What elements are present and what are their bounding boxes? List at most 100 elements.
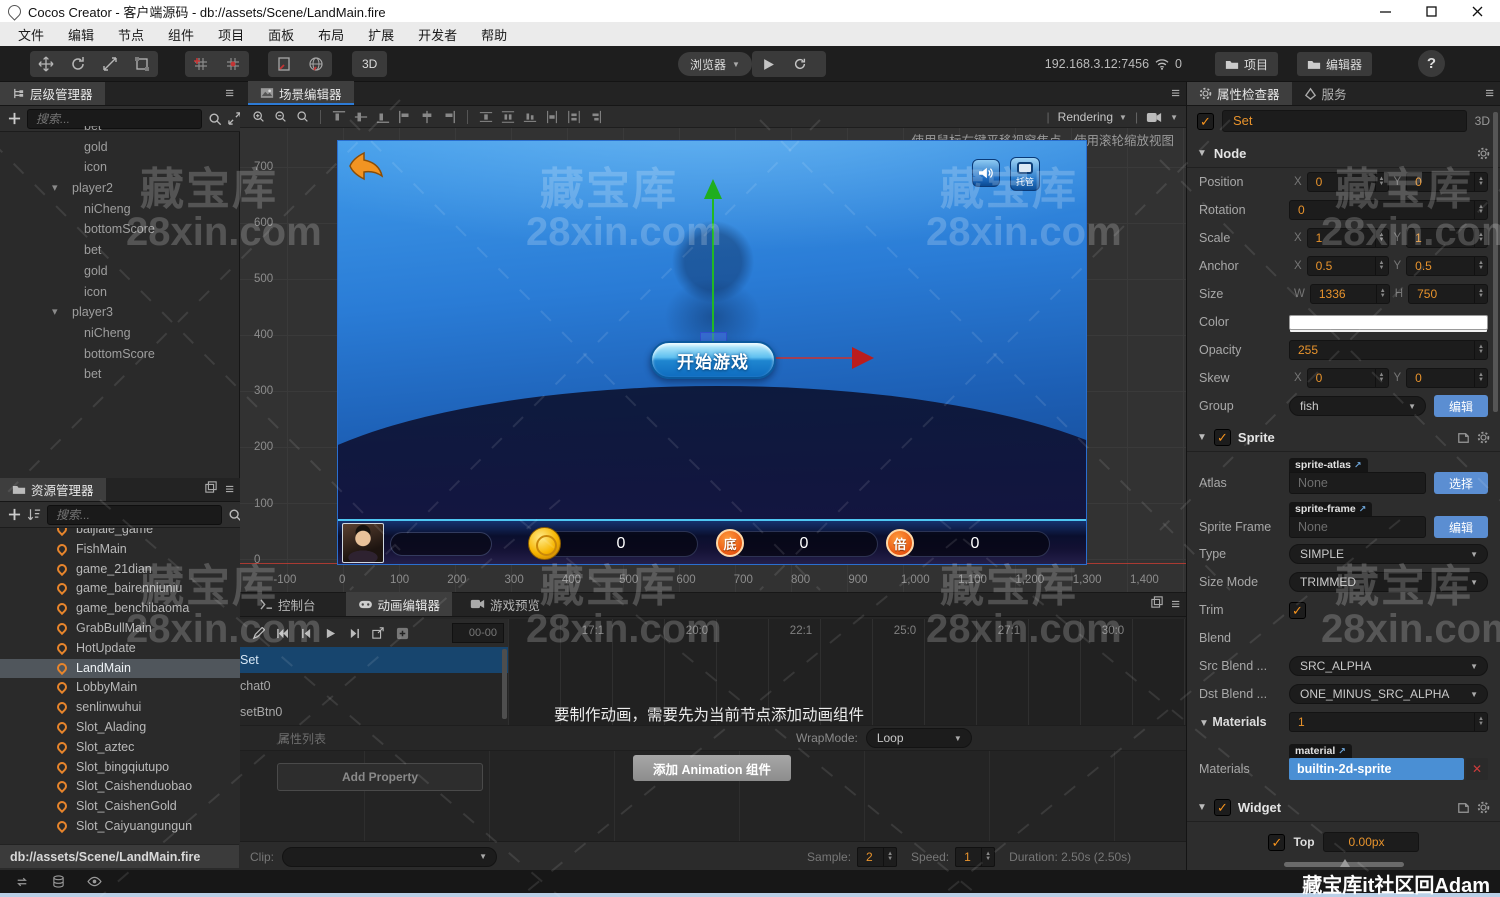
hierarchy-item[interactable]: gold (0, 137, 240, 158)
hierarchy-item[interactable]: gold (0, 261, 240, 282)
slider-thumb-icon[interactable] (1340, 859, 1350, 867)
scale-y-field[interactable]: 1▲▼ (1406, 228, 1488, 248)
play-animation-icon[interactable] (320, 623, 340, 643)
open-external-icon[interactable] (368, 623, 388, 643)
distribute-hcenter-icon[interactable] (564, 107, 584, 127)
tab-inspector[interactable]: 属性检查器 (1187, 82, 1292, 105)
sprite-type-dropdown[interactable]: SIMPLE▼ (1289, 544, 1488, 564)
minimize-button[interactable] (1362, 0, 1408, 22)
scale-x-field[interactable]: 1▲▼ (1307, 228, 1389, 248)
menu-item[interactable]: 文件 (6, 25, 56, 44)
tab-hierarchy[interactable]: 层级管理器 (0, 82, 105, 105)
group-dropdown[interactable]: fish▼ (1289, 396, 1426, 416)
asset-item[interactable]: game_benchibaoma (0, 599, 240, 619)
rotate-tool-button[interactable] (62, 51, 94, 77)
edit-animation-icon[interactable] (248, 623, 268, 643)
move-tool-button[interactable] (30, 51, 62, 77)
sound-button[interactable] (972, 159, 1000, 187)
materials-count-field[interactable]: 1▲▼ (1289, 712, 1488, 732)
zoom-in-icon[interactable] (248, 107, 268, 127)
asset-item[interactable]: baijiale_game (0, 528, 240, 540)
eye-icon[interactable] (84, 872, 104, 892)
color-swatch[interactable] (1289, 315, 1488, 330)
hierarchy-item[interactable]: niCheng (0, 199, 240, 220)
align-bottom-icon[interactable] (373, 107, 393, 127)
asset-item[interactable]: Slot_CaishenGold (0, 797, 240, 817)
external-link-icon[interactable]: ↗ (1359, 504, 1367, 515)
asset-item[interactable]: game_21dian (0, 560, 240, 580)
asset-item[interactable]: Slot_Caiyuangungun (0, 817, 240, 837)
game-canvas[interactable]: 托管 开始游戏 0 底 0 倍 0 (337, 140, 1087, 565)
hierarchy-item[interactable]: player3 (0, 302, 240, 323)
distribute-vcenter-icon[interactable] (498, 107, 518, 127)
distribute-top-icon[interactable] (476, 107, 496, 127)
search-icon[interactable] (228, 505, 240, 525)
hierarchy-item[interactable]: icon (0, 157, 240, 178)
help-button[interactable]: ? (1418, 50, 1445, 77)
align-left-icon[interactable] (395, 107, 415, 127)
hierarchy-item[interactable]: icon (0, 282, 240, 303)
asset-item[interactable]: Slot_bingqiutupo (0, 758, 240, 778)
size-h-field[interactable]: 750▲▼ (1408, 284, 1488, 304)
scene-menu-icon[interactable]: ≡ (1171, 85, 1180, 103)
distribute-bottom-icon[interactable] (520, 107, 540, 127)
add-asset-button[interactable] (8, 505, 21, 525)
tab-scene-editor[interactable]: 场景编辑器 (248, 81, 354, 105)
next-frame-icon[interactable] (344, 623, 364, 643)
menu-item[interactable]: 组件 (156, 25, 206, 44)
player-avatar[interactable] (342, 523, 384, 563)
asset-item[interactable]: FishMain (0, 540, 240, 560)
menu-item[interactable]: 帮助 (469, 25, 519, 44)
popout-icon[interactable] (205, 481, 217, 493)
distribute-right-icon[interactable] (586, 107, 606, 127)
3d-toggle-button[interactable]: 3D (352, 57, 387, 71)
add-animation-component-button[interactable]: 添加 Animation 组件 (633, 755, 791, 781)
chevron-down-icon[interactable]: ▼ (1170, 113, 1178, 122)
preview-target-dropdown[interactable]: 浏览器▼ (678, 52, 752, 76)
prev-frame-icon[interactable] (296, 623, 316, 643)
sprite-section-header[interactable]: ▼ ✓ Sprite (1187, 424, 1500, 452)
scene-viewport[interactable]: 使用鼠标右键平移视窗焦点，使用滚轮缩放视图 700600500400300200… (240, 128, 1186, 592)
material-value-field[interactable]: builtin-2d-sprite (1289, 758, 1464, 780)
atlas-select-button[interactable]: 选择 (1434, 472, 1488, 494)
open-editor-button[interactable]: 编辑器 (1297, 52, 1372, 76)
zoom-out-icon[interactable] (270, 107, 290, 127)
animation-node-item[interactable]: chat0 (240, 673, 508, 699)
start-game-button[interactable]: 开始游戏 (650, 341, 776, 379)
add-property-button[interactable]: Add Property (277, 763, 483, 791)
asset-item[interactable]: Slot_Alading (0, 718, 240, 738)
pivot-position-button[interactable] (185, 51, 217, 77)
asset-item[interactable]: LobbyMain (0, 678, 240, 698)
widget-section-header[interactable]: ▼ ✓ Widget (1187, 794, 1500, 822)
distribute-left-icon[interactable] (542, 107, 562, 127)
dst-blend-dropdown[interactable]: ONE_MINUS_SRC_ALPHA▼ (1289, 684, 1488, 704)
sort-icon[interactable] (27, 505, 41, 525)
gizmo-x-arrowhead[interactable] (852, 347, 874, 369)
tab-assets[interactable]: 资源管理器 (0, 478, 106, 501)
asset-item[interactable]: Slot_Caishenduobao (0, 777, 240, 797)
wrapmode-dropdown[interactable]: Loop▼ (866, 728, 972, 748)
skip-to-start-icon[interactable] (272, 623, 292, 643)
open-project-button[interactable]: 项目 (1215, 52, 1278, 76)
hierarchy-item[interactable]: bet (0, 364, 240, 385)
play-button[interactable] (752, 51, 784, 77)
sync-status-icon[interactable] (12, 872, 32, 892)
skew-y-field[interactable]: 0▲▼ (1406, 368, 1488, 388)
anchor-pivot-button[interactable] (217, 51, 249, 77)
skew-x-field[interactable]: 0▲▼ (1307, 368, 1389, 388)
popout-icon[interactable] (1151, 596, 1163, 608)
menu-item[interactable]: 项目 (206, 25, 256, 44)
back-arrow-icon[interactable] (348, 151, 384, 181)
tab-service[interactable]: 服务 (1292, 82, 1359, 105)
hierarchy-menu-icon[interactable]: ≡ (225, 85, 234, 103)
external-link-icon[interactable]: ↗ (1354, 460, 1362, 471)
node-section-header[interactable]: ▼ Node (1187, 140, 1500, 168)
asset-item[interactable]: game_bairenniuniu (0, 579, 240, 599)
menu-item[interactable]: 节点 (106, 25, 156, 44)
section-collapse-icon[interactable]: ▼ (1199, 718, 1209, 729)
align-right-icon[interactable] (439, 107, 459, 127)
gear-icon[interactable] (1477, 431, 1490, 444)
gizmo-y-arrowhead[interactable] (704, 179, 722, 199)
add-event-icon[interactable] (392, 623, 412, 643)
src-blend-dropdown[interactable]: SRC_ALPHA▼ (1289, 656, 1488, 676)
